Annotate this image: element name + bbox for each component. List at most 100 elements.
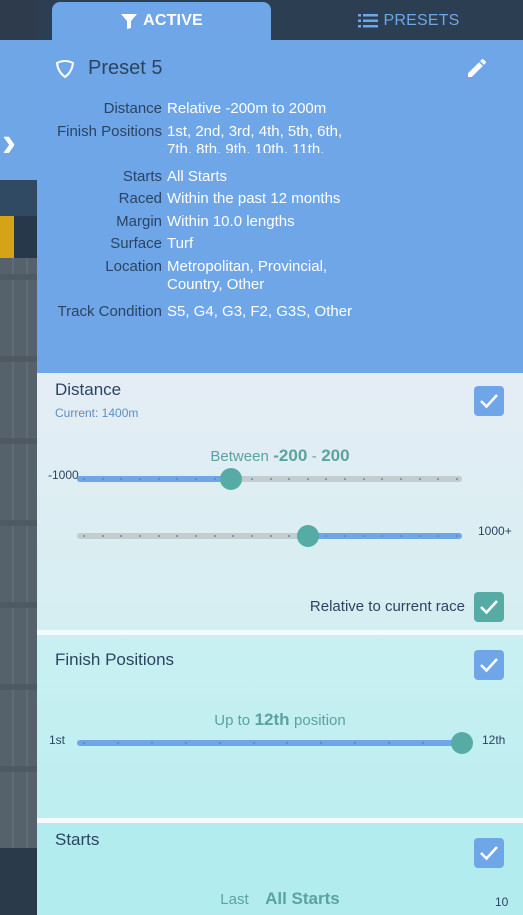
slider-tick: [344, 478, 346, 480]
finish-min-label: 1st: [49, 733, 66, 747]
slider-tick: [83, 742, 85, 744]
slider-thumb[interactable]: [451, 732, 473, 754]
slider-tick: [437, 478, 439, 480]
slider-tick: [437, 535, 439, 537]
summary-value: Within 10.0 lengths: [167, 213, 295, 230]
tab-presets-label: PRESETS: [383, 12, 460, 29]
summary-value: 1st, 2nd, 3rd, 4th, 5th, 6th, 7th, 8th, …: [167, 123, 343, 153]
slider-tick: [400, 478, 402, 480]
background-highlight: [0, 216, 14, 258]
slider-tick: [400, 535, 402, 537]
summary-label: Track Condition: [57, 303, 163, 320]
relative-checkbox[interactable]: [474, 592, 504, 622]
finish-prefix: Up to: [214, 712, 251, 729]
slider-tick: [288, 535, 290, 537]
slider-tick: [325, 535, 327, 537]
slider-tick: [381, 535, 383, 537]
summary-value: Metropolitan, Provincial, Country, Other: [167, 258, 328, 293]
summary-label: Raced: [118, 190, 162, 207]
starts-enabled-checkbox[interactable]: [474, 838, 504, 868]
check-icon: [480, 658, 498, 673]
finish-value: 12th: [254, 710, 290, 729]
slider-tick: [176, 535, 178, 537]
summary-label: Distance: [103, 100, 162, 117]
slider-tick: [344, 535, 346, 537]
slider-tick: [102, 535, 104, 537]
starts-title: Starts: [55, 830, 100, 849]
distance-between-label: Between: [210, 448, 269, 465]
slider-tick: [219, 742, 221, 744]
distance-range-low: -200: [273, 446, 308, 465]
distance-max-slider[interactable]: [77, 525, 462, 547]
preset-title: Preset 5: [88, 57, 163, 79]
distance-title: Distance: [55, 380, 122, 399]
finish-enabled-checkbox[interactable]: [474, 650, 504, 680]
check-icon: [480, 846, 498, 861]
distance-min-label: -1000: [48, 468, 79, 482]
chevron-right-icon: ›: [2, 118, 16, 165]
slider-tick: [83, 478, 85, 480]
distance-current: Current: 1400m: [55, 406, 139, 420]
slider-tick: [185, 742, 187, 744]
slider-tick: [419, 535, 421, 537]
starts-prefix: Last: [220, 891, 249, 908]
summary-label: Starts: [122, 168, 162, 185]
slider-tick: [117, 742, 119, 744]
slider-tick: [286, 742, 288, 744]
relative-label: Relative to current race: [309, 598, 465, 615]
slider-tick: [363, 535, 365, 537]
slider-tick: [251, 535, 253, 537]
distance-range-high: 200: [321, 446, 350, 465]
summary-value: Relative -200m to 200m: [167, 100, 327, 117]
slider-tick: [139, 478, 141, 480]
edit-icon[interactable]: [465, 56, 489, 80]
slider-thumb[interactable]: [297, 525, 319, 547]
distance-max-label: 1000+: [478, 524, 512, 538]
tab-active[interactable]: ACTIVE: [52, 2, 271, 40]
finish-suffix: position: [294, 712, 346, 729]
slider-fill: [77, 740, 462, 746]
background-grid: [0, 258, 37, 848]
preset-summary-card: Preset 5 Distance Relative -200m to 200m…: [37, 40, 523, 373]
slider-tick: [151, 742, 153, 744]
summary-value: Within the past 12 months: [167, 190, 341, 207]
distance-enabled-checkbox[interactable]: [474, 386, 504, 416]
slider-tick: [288, 478, 290, 480]
background-header: [0, 0, 37, 40]
finish-title: Finish Positions: [55, 650, 175, 669]
slider-tick: [139, 535, 141, 537]
slider-tick: [102, 478, 104, 480]
finish-range-text: Up to 12th position: [37, 710, 523, 730]
check-icon: [480, 394, 498, 409]
slider-tick: [270, 478, 272, 480]
summary-label: Surface: [110, 235, 162, 252]
tab-presets[interactable]: PRESETS: [299, 2, 519, 40]
distance-min-slider[interactable]: [77, 468, 462, 490]
finish-max-label: 12th: [482, 733, 506, 747]
tab-bar: ACTIVE PRESETS: [37, 0, 523, 40]
check-icon: [480, 600, 498, 615]
slider-tick: [456, 478, 458, 480]
slider-thumb[interactable]: [220, 468, 242, 490]
slider-tick: [270, 535, 272, 537]
tab-active-label: ACTIVE: [143, 12, 203, 29]
slider-tick: [307, 478, 309, 480]
starts-range-text: Last All Starts: [37, 889, 523, 909]
starts-value: All Starts: [265, 889, 340, 908]
slider-tick: [195, 535, 197, 537]
slider-tick: [120, 535, 122, 537]
slider-tick: [195, 478, 197, 480]
summary-label: Location: [105, 258, 162, 275]
slider-tick: [363, 478, 365, 480]
slider-tick: [253, 742, 255, 744]
slider-tick: [422, 742, 424, 744]
finish-positions-section: Finish Positions Up to 12th position 1st…: [37, 630, 523, 818]
slider-tick: [214, 535, 216, 537]
shield-icon: [55, 60, 75, 79]
slider-tick: [214, 478, 216, 480]
slider-tick: [251, 478, 253, 480]
slider-tick: [120, 478, 122, 480]
finish-slider[interactable]: [77, 732, 473, 754]
slider-tick: [354, 742, 356, 744]
distance-range-separator: -: [311, 448, 317, 465]
